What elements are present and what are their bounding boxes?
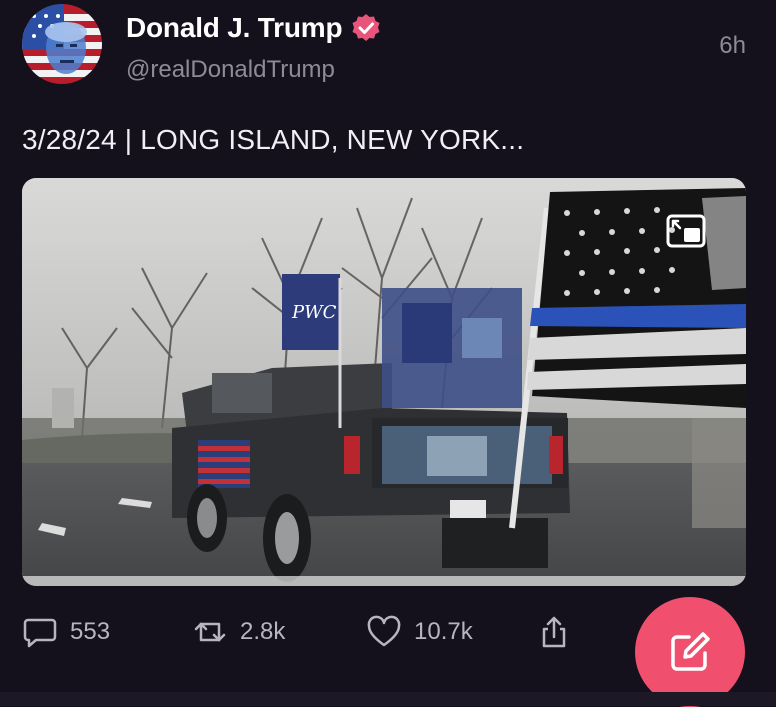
post-card[interactable]: Donald J. Trump @realDonaldTrump 6h 3/28… [0, 0, 776, 707]
next-post-peek [0, 692, 776, 706]
author-display-name[interactable]: Donald J. Trump [126, 12, 343, 44]
post-actions-bar: 553 2.8k 10.7k [22, 614, 622, 664]
avatar-flag-portrait-icon [22, 4, 102, 84]
reply-button[interactable]: 553 [22, 614, 110, 650]
post-timestamp: 6h [719, 32, 746, 59]
avatar[interactable] [22, 4, 102, 84]
reply-bubble-icon [23, 618, 57, 648]
picture-in-picture-button[interactable] [666, 214, 706, 248]
repost-icon [194, 622, 226, 642]
author-handle[interactable]: @realDonaldTrump [126, 56, 335, 84]
post-video[interactable]: PWC [22, 178, 746, 586]
compose-icon [671, 632, 710, 671]
author-row: Donald J. Trump [126, 12, 382, 44]
picture-in-picture-icon [666, 214, 706, 248]
like-count: 10.7k [414, 618, 473, 645]
reply-count: 553 [70, 618, 111, 645]
like-button[interactable]: 10.7k [366, 614, 473, 650]
verified-badge-icon [350, 12, 382, 44]
repost-button[interactable]: 2.8k [192, 614, 285, 650]
repost-count: 2.8k [240, 618, 286, 645]
compose-button[interactable] [635, 597, 745, 707]
share-icon [542, 616, 566, 648]
post-text: 3/28/24 | LONG ISLAND, NEW YORK... [22, 124, 525, 155]
video-frame: PWC [22, 178, 746, 586]
share-button[interactable] [536, 614, 572, 650]
heart-icon [367, 615, 401, 647]
flag-sign-text: PWC [291, 302, 337, 323]
